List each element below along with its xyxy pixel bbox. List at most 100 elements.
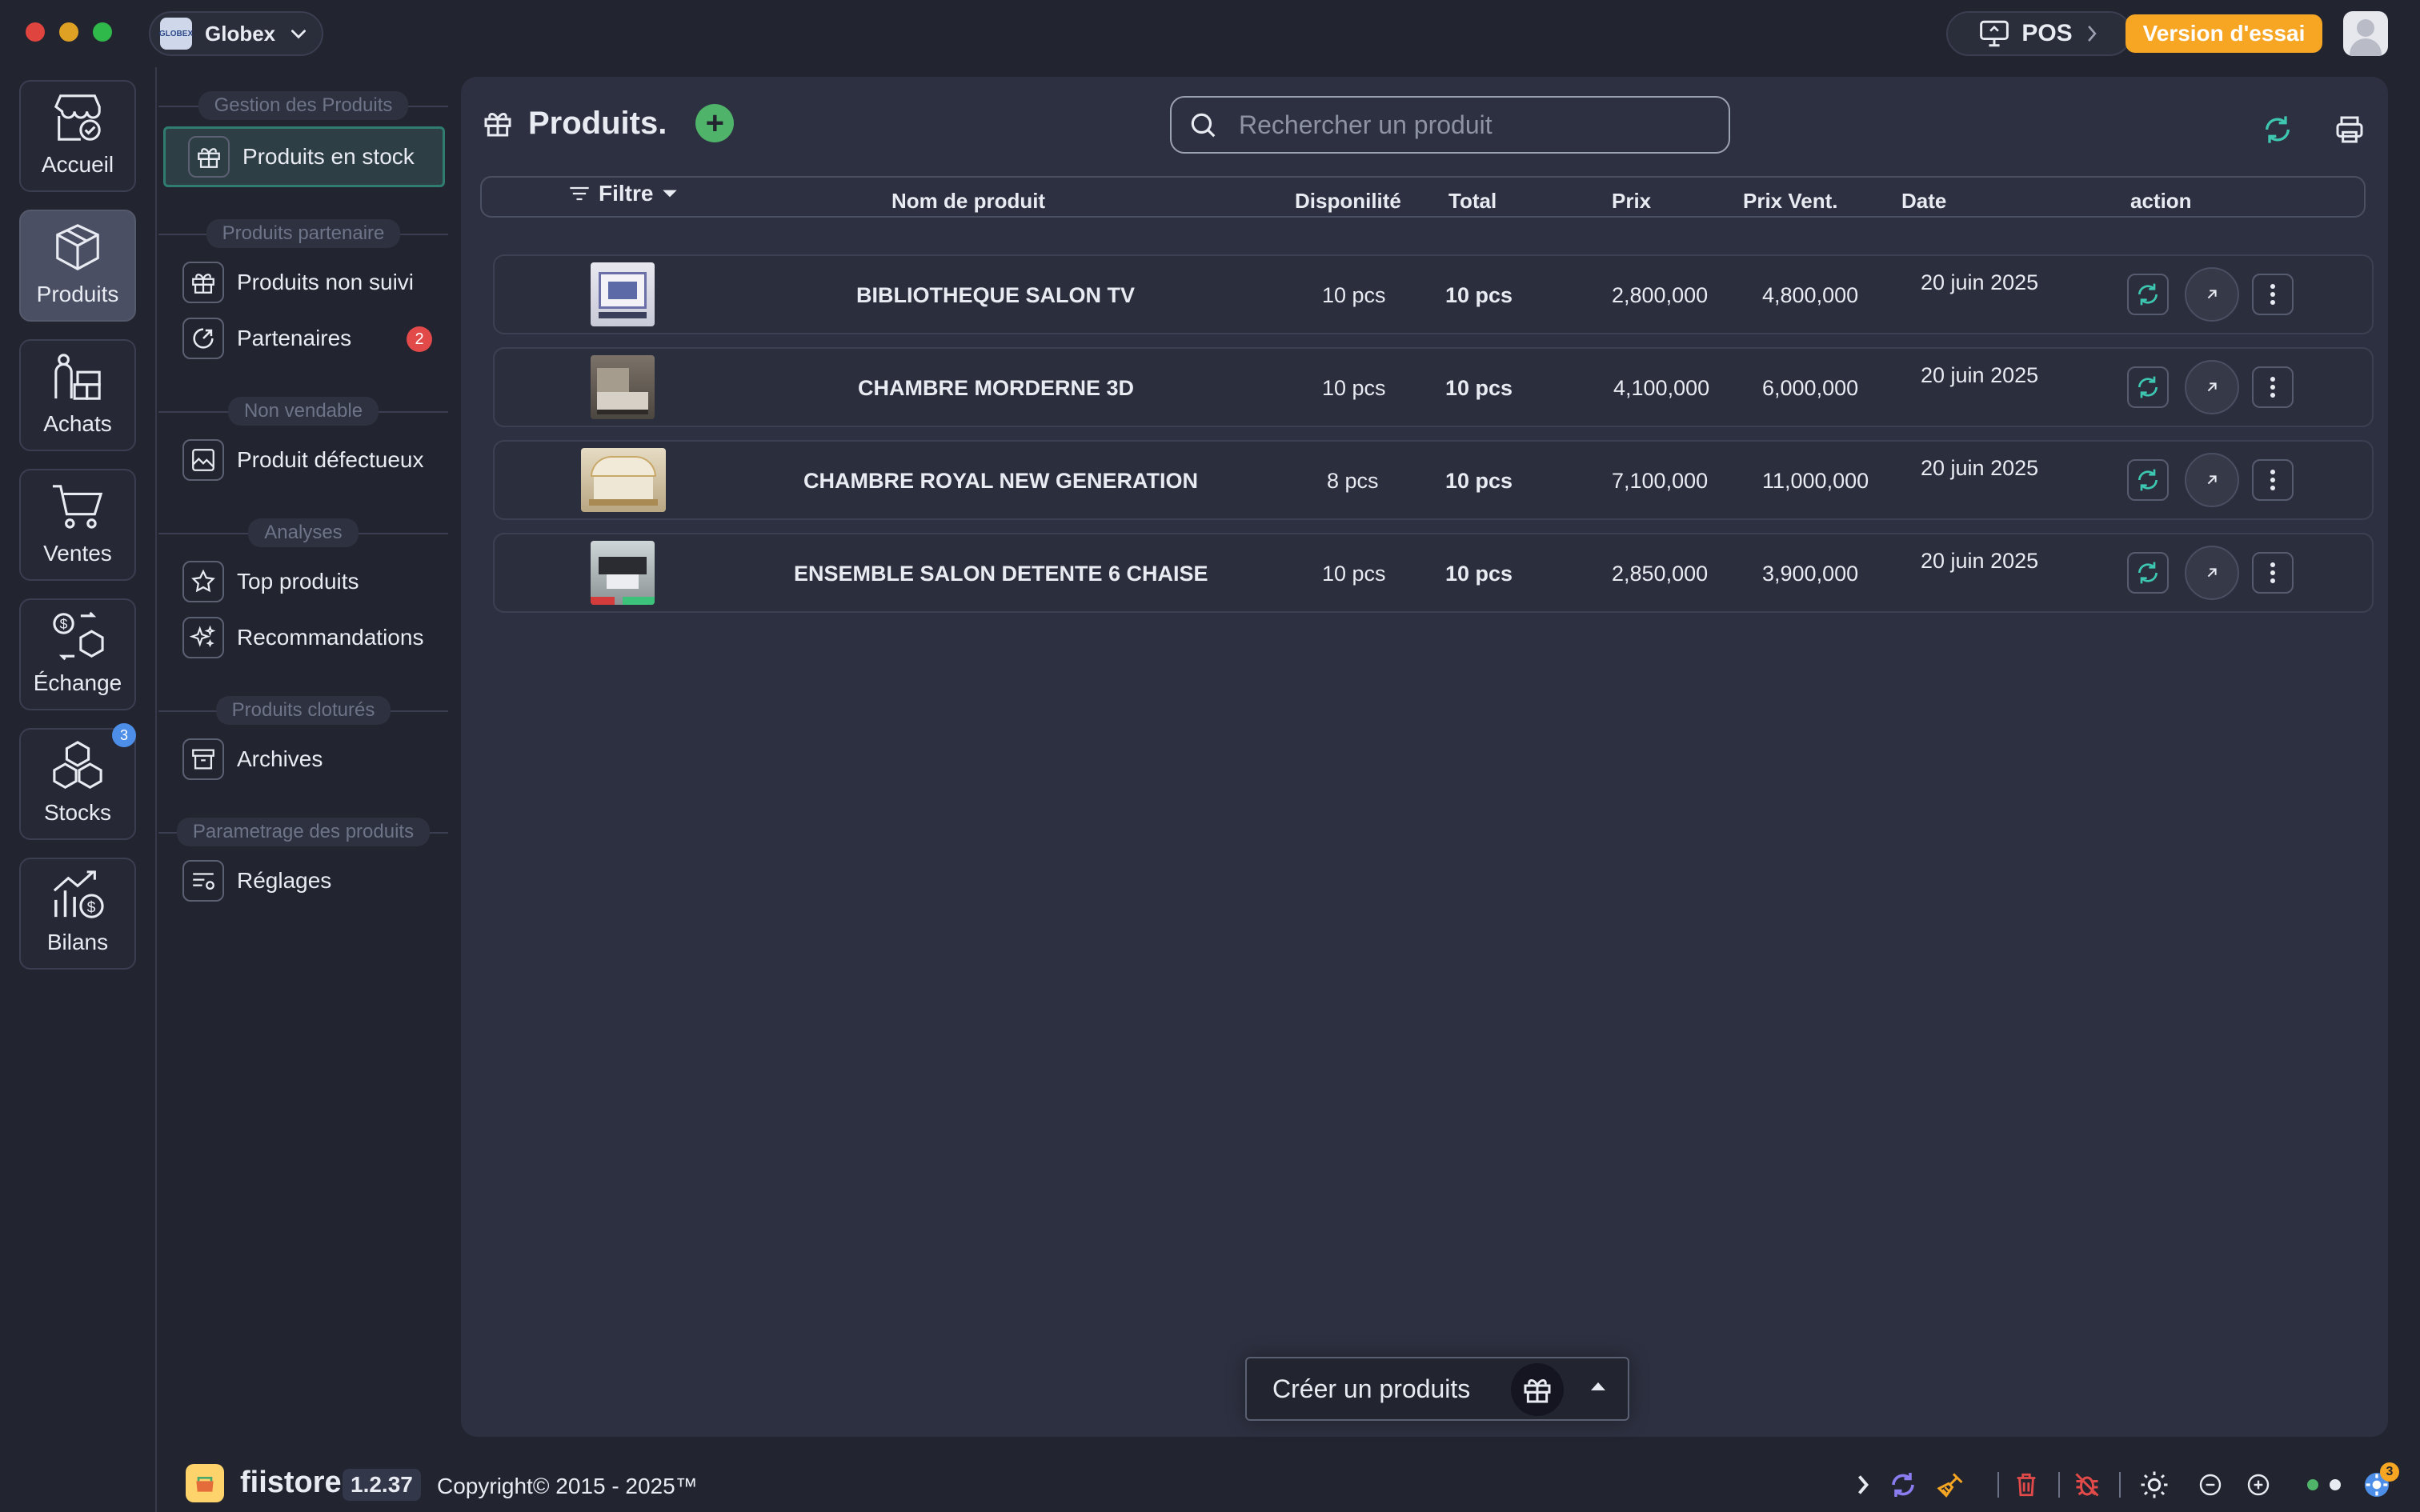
trial-version-button[interactable]: Version d'essai (2126, 14, 2322, 53)
exchange-icon: $ (53, 611, 104, 661)
rail-item-produits[interactable]: Produits (19, 210, 136, 322)
rail-label-echange: Échange (33, 670, 122, 695)
organization-switcher[interactable]: GLOBEX Globex (149, 11, 323, 56)
separator (2058, 1472, 2060, 1498)
product-total: 10 pcs (1445, 469, 1513, 493)
rail-item-bilans[interactable]: $ Bilans (19, 858, 136, 970)
column-header-price[interactable]: Prix (1612, 189, 1651, 214)
column-header-availability[interactable]: Disponilité (1295, 189, 1401, 214)
nav-item-archives[interactable]: Archives (182, 734, 447, 784)
close-window-button[interactable] (26, 22, 45, 42)
settings-button[interactable]: 3 (2361, 1462, 2399, 1501)
copyright-text: Copyright© 2015 - 2025™ (437, 1474, 698, 1498)
nav-item-produits-non-suivi[interactable]: Produits non suivi (182, 258, 447, 307)
product-price: 7,100,000 (1612, 469, 1709, 493)
nav-label: Produits non suivi (237, 270, 415, 294)
product-availability: 8 pcs (1327, 469, 1379, 493)
refresh-button[interactable] (2258, 110, 2297, 149)
sync-icon (1892, 1473, 1914, 1497)
nav-item-produits-en-stock[interactable]: Produits en stock (163, 126, 445, 187)
more-options-button[interactable] (2252, 366, 2294, 408)
open-product-button[interactable] (2185, 453, 2239, 507)
separator (2119, 1472, 2121, 1498)
column-header-sale-price[interactable]: Prix Vent. (1743, 189, 1838, 214)
open-product-button[interactable] (2185, 546, 2239, 600)
product-price: 4,100,000 (1613, 376, 1710, 400)
sync-button[interactable] (2127, 459, 2169, 501)
create-product-button[interactable]: Créer un produits (1245, 1357, 1629, 1421)
open-product-button[interactable] (2185, 267, 2239, 322)
more-options-button[interactable] (2252, 552, 2294, 594)
sun-icon (2141, 1471, 2168, 1498)
page-title-text: Produits. (528, 105, 667, 141)
create-product-label: Créer un produits (1272, 1374, 1471, 1403)
rail-label-ventes: Ventes (43, 541, 112, 566)
rail-item-echange[interactable]: $ Échange (19, 598, 136, 710)
column-header-name[interactable]: Nom de produit (891, 189, 1045, 214)
plus-circle-icon (2247, 1474, 2270, 1496)
zoom-out-button[interactable] (2194, 1469, 2226, 1501)
theme-toggle-button[interactable] (2138, 1469, 2170, 1501)
nav-item-top-produits[interactable]: Top produits (182, 557, 447, 606)
rail-item-stocks[interactable]: Stocks 3 (19, 723, 136, 840)
sync-status-button[interactable] (1887, 1469, 1919, 1501)
add-product-button[interactable]: + (695, 104, 735, 142)
purchase-icon (54, 354, 101, 400)
rail-item-ventes[interactable]: Ventes (19, 469, 136, 581)
arrow-up-right-icon (2207, 475, 2217, 485)
rail-label-achats: Achats (43, 411, 112, 436)
table-row[interactable]: CHAMBRE ROYAL NEW GENERATION 8 pcs 10 pc… (493, 440, 2374, 520)
table-row[interactable]: CHAMBRE MORDERNE 3D 10 pcs 10 pcs 4,100,… (493, 347, 2374, 427)
organization-name: Globex (205, 21, 276, 46)
gift-icon (188, 136, 230, 178)
nav-label: Partenaires (237, 326, 352, 350)
table-row[interactable]: BIBLIOTHEQUE SALON TV 10 pcs 10 pcs 2,80… (493, 254, 2374, 334)
chevron-right-icon (2087, 26, 2097, 42)
product-name: CHAMBRE MORDERNE 3D (858, 376, 1135, 400)
print-button[interactable] (2330, 110, 2369, 149)
refresh-icon (2138, 376, 2158, 398)
shop-icon (54, 94, 101, 141)
nav-item-recommandations[interactable]: Recommandations (182, 613, 447, 662)
product-date: 20 juin 2025 (1921, 363, 2039, 387)
rail-item-accueil[interactable]: Accueil (19, 80, 136, 192)
user-avatar[interactable] (2343, 11, 2388, 56)
pos-button[interactable]: POS (1946, 11, 2132, 56)
product-date: 20 juin 2025 (1921, 270, 2039, 294)
nav-item-partenaires[interactable]: Partenaires 2 (182, 314, 447, 363)
filter-label: Filtre (599, 181, 654, 206)
more-options-button[interactable] (2252, 274, 2294, 315)
nav-label: Produits en stock (242, 144, 415, 169)
zoom-in-button[interactable] (2242, 1469, 2274, 1501)
more-options-button[interactable] (2252, 459, 2294, 501)
nav-item-produit-defectueux[interactable]: Produit défectueux (182, 435, 447, 485)
filter-dropdown[interactable]: Filtre (568, 181, 679, 206)
table-row[interactable]: ENSEMBLE SALON DETENTE 6 CHAISE 10 pcs 1… (493, 533, 2374, 613)
rail-label-accueil: Accueil (41, 152, 114, 177)
settings-list-icon (182, 860, 224, 902)
nav-label: Produit défectueux (237, 447, 424, 472)
open-product-button[interactable] (2185, 360, 2239, 414)
product-sale-price: 4,800,000 (1762, 283, 1859, 307)
zoom-window-button[interactable] (93, 22, 112, 42)
search-input[interactable] (1239, 110, 1703, 140)
rail-item-achats[interactable]: Achats (19, 339, 136, 451)
refresh-icon (2138, 562, 2158, 584)
rail-label-bilans: Bilans (46, 930, 109, 954)
clean-cache-button[interactable] (1935, 1469, 1967, 1501)
trash-button[interactable] (2010, 1469, 2042, 1501)
main-rail: Accueil Produits Achats Ventes $ Échange… (0, 67, 157, 1512)
column-header-total[interactable]: Total (1448, 189, 1496, 214)
caret-up-icon[interactable] (1591, 1382, 1605, 1390)
sync-button[interactable] (2127, 274, 2169, 315)
nav-label: Archives (237, 746, 323, 771)
sync-button[interactable] (2127, 552, 2169, 594)
nav-item-reglages[interactable]: Réglages (182, 856, 447, 906)
debug-button[interactable] (2071, 1469, 2103, 1501)
sync-button[interactable] (2127, 366, 2169, 408)
expand-button[interactable] (1847, 1469, 1879, 1501)
column-header-date[interactable]: Date (1901, 189, 1946, 214)
svg-text:$: $ (60, 616, 68, 632)
product-price: 2,850,000 (1612, 562, 1709, 586)
minimize-window-button[interactable] (59, 22, 78, 42)
